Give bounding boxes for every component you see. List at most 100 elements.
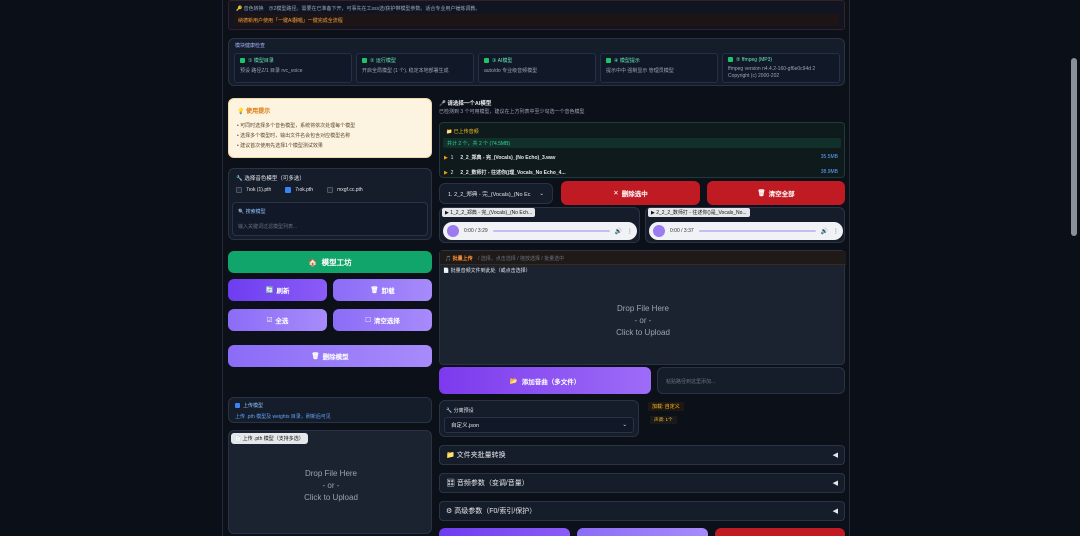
scrollbar[interactable] bbox=[1071, 58, 1077, 236]
delete-model-button[interactable]: 🗑 删除模型 bbox=[228, 345, 432, 367]
model-select-title-text: 选择音色模型（可多选） bbox=[244, 176, 305, 182]
clear-all-label: 清空全部 bbox=[768, 191, 795, 198]
card-desc: 提示中中 强制显示 管理员模型 bbox=[606, 68, 674, 74]
play-icon[interactable] bbox=[447, 225, 459, 237]
preset-status: 加载: 自定义 声调: 1个 bbox=[646, 400, 846, 430]
folder-icon: 📁 bbox=[446, 129, 453, 135]
upload-model-tab: 📄 上传 .pth 模型（支持多选） bbox=[231, 433, 308, 444]
song-title-text: 请选择一个AI模型 bbox=[447, 101, 492, 107]
card-title: ③ AI模型 bbox=[492, 58, 513, 64]
tips-box: 💡 使用提示 • 可同时选择多个音色模型，系统将依次处理每个模型 • 选择多个模… bbox=[228, 98, 432, 158]
preset-title: 🔧 分离预设 bbox=[446, 407, 474, 414]
checkbox-icon[interactable] bbox=[327, 187, 334, 193]
select-all-label: 全选 bbox=[275, 318, 289, 325]
card-title: ④ 模型提示 bbox=[614, 58, 640, 64]
drop-line: Click to Upload bbox=[616, 328, 670, 337]
upload-model-tab-text: 上传 .pth 模型（支持多选） bbox=[242, 436, 304, 442]
check-icon bbox=[240, 58, 245, 64]
top-line1-text: 示2模型路径。需要在已准备下开，可事先在工sss选/获护带模型参数。适合专业用户… bbox=[268, 6, 481, 12]
select-all-button[interactable]: ☑ 全选 bbox=[228, 309, 327, 331]
audio-control[interactable]: 0:00 / 3:37 🔊 ⋮ bbox=[649, 222, 843, 240]
song-subtitle: 已检测到 3 个可用模型，建议在上方列表中至少勾选一个音色模型 bbox=[439, 109, 585, 115]
tip-item: • 建议首次使用先选择1个模型测试效果 bbox=[237, 143, 323, 149]
file-row[interactable]: ▶ 2 2_2_数师打 - 往述你()理_Vocals_No Echo_4...… bbox=[444, 169, 842, 176]
add-songs-label: 添加音曲（多文件） bbox=[521, 378, 581, 386]
upload-model-title: 上传模型 bbox=[235, 402, 263, 409]
tip-item: • 可同时选择多个音色模型，系统将依次处理每个模型 bbox=[237, 123, 356, 129]
checkbox-checked-icon[interactable] bbox=[285, 187, 292, 193]
trash-icon: 🗑 bbox=[370, 287, 379, 294]
delete-selected-button[interactable]: ✕ 删除选中 bbox=[561, 181, 700, 205]
file-index: 1 bbox=[450, 155, 454, 161]
refresh-button[interactable]: 🔄 刷新 bbox=[228, 279, 327, 301]
more-icon[interactable]: ⋮ bbox=[833, 228, 839, 235]
preset-select[interactable]: 自定义.json ⌄ bbox=[444, 417, 634, 433]
file-select-dropdown[interactable]: 1. 2_2_郑典 - 完_(Vocals)_(No Ec ⌄ bbox=[439, 183, 553, 204]
upload-icon bbox=[235, 403, 240, 409]
advanced-params-accordion[interactable]: ⚙ 高级参数（F0/索引/保护） ◀ bbox=[439, 501, 845, 521]
bulb-icon: 💡 bbox=[237, 109, 245, 115]
model-checkbox-0[interactable]: 7ıok (1).pth bbox=[236, 187, 271, 193]
progress-track[interactable] bbox=[698, 230, 816, 232]
more-icon[interactable]: ⋮ bbox=[627, 228, 633, 235]
preset-title-text: 分离预设 bbox=[453, 408, 474, 414]
model-label: 7ıok (1).pth bbox=[246, 187, 272, 193]
file-row[interactable]: ▶ 1 2_2_郑典 - 完_(Vocals)_(No Echo)_3.wav 3… bbox=[444, 154, 842, 161]
refresh-label: 刷新 bbox=[276, 288, 290, 295]
unload-button[interactable]: 🗑 卸载 bbox=[333, 279, 432, 301]
clear-selection-label: 清空选择 bbox=[373, 318, 400, 325]
model-select-panel: 🔧 选择音色模型（可多选） 7ıok (1).pth 7ıok.pth mxgf… bbox=[228, 168, 432, 240]
audio-control[interactable]: 0:00 / 3:29 🔊 ⋮ bbox=[443, 222, 637, 240]
music-icon: 🎵 bbox=[445, 256, 452, 262]
card-title: ⑤ ffmpeg (MP3) bbox=[736, 57, 773, 63]
search-input[interactable]: 输入关键词过滤模型列表... bbox=[238, 223, 424, 230]
file-size: 38.9MB bbox=[820, 169, 838, 175]
top-line1: 🔑 音色转换 示2模型路径。需要在已准备下开，可事先在工sss选/获护带模型参数… bbox=[236, 6, 481, 12]
collapse-arrow-icon: ◀ bbox=[832, 452, 838, 459]
player-time: 0:00 / 3:37 bbox=[670, 228, 694, 234]
drop-line: - or - bbox=[322, 481, 340, 490]
check-icon bbox=[606, 58, 611, 64]
search-icon: 🔍 bbox=[238, 209, 245, 215]
check-icon bbox=[728, 57, 733, 63]
audio-params-accordion[interactable]: 🎛 音频参数（变调/音量） ◀ bbox=[439, 473, 845, 493]
player-label: ▶ 1_2_2_郑典 - 完_(Vocals)_(No Ech... bbox=[442, 208, 536, 217]
volume-icon[interactable]: 🔊 bbox=[821, 228, 828, 235]
model-checkbox-1[interactable]: 7ıok.pth bbox=[285, 187, 313, 193]
model-workshop-button[interactable]: 🏠 模型工坊 bbox=[228, 251, 432, 273]
tip-item: • 选择多个模型时，输出文件名会包含对应模型名称 bbox=[237, 133, 351, 139]
player-time: 0:00 / 3:29 bbox=[464, 228, 488, 234]
batch-title-text: 批量上传 bbox=[452, 256, 473, 262]
refresh-icon: 🔄 bbox=[265, 287, 274, 294]
unload-label: 卸载 bbox=[381, 288, 395, 295]
uploaded-info: 共计 2 个，共 2 个 (74.5MB) bbox=[447, 141, 511, 147]
upload-model-dropzone[interactable]: 📄 上传 .pth 模型（支持多选） Drop File Here - or - C… bbox=[228, 430, 432, 534]
audio-player-2: ▶ 2_2_2_数师打 - 往述你()是_Vocals_No... 0:00 /… bbox=[645, 207, 845, 243]
audio-params-label: 音频参数（变调/音量） bbox=[456, 480, 529, 487]
batch-header: 🎵 批量上传 / 选择，点击选择 / 拖放选择 / 批量选中 bbox=[440, 251, 846, 265]
health-card: ① 模型目录 预设 路径Z/1 目录 rvc_voice bbox=[234, 53, 352, 83]
model-label: 7ıok.pth bbox=[295, 187, 314, 193]
bottom-button-1[interactable] bbox=[439, 528, 570, 536]
model-checkbox-2[interactable]: mxgf.cc.pth bbox=[327, 187, 363, 193]
play-icon[interactable] bbox=[653, 225, 665, 237]
progress-track[interactable] bbox=[492, 230, 610, 232]
checkbox-icon[interactable] bbox=[236, 187, 242, 193]
batch-dropzone[interactable]: Drop File Here - or - Click to Upload bbox=[440, 291, 846, 351]
path-input[interactable]: 粘贴路径到这里添加... bbox=[657, 367, 845, 394]
add-songs-button[interactable]: 📂 添加音曲（多文件） bbox=[439, 367, 651, 394]
collapse-arrow-icon: ◀ bbox=[832, 508, 838, 515]
folder-batch-accordion[interactable]: 📁 文件夹批量转换 ◀ bbox=[439, 445, 845, 465]
volume-icon[interactable]: 🔊 bbox=[615, 228, 622, 235]
bottom-button-2[interactable] bbox=[577, 528, 708, 536]
clear-all-button[interactable]: 🗑 清空全部 bbox=[707, 181, 845, 205]
preset-status-line: 加载: 自定义 bbox=[648, 402, 684, 411]
warning-text: 纳德新用户使用「一键AI翻唱」一键完成全流程 bbox=[238, 18, 343, 24]
health-card: ③ AI模型 auto/do 专业级音频模型 bbox=[478, 53, 596, 83]
close-icon: ✕ bbox=[613, 190, 619, 197]
check-icon bbox=[362, 58, 367, 64]
trash-icon: 🗑 bbox=[311, 353, 320, 360]
preset-value: 自定义.json bbox=[451, 423, 480, 429]
clear-selection-button[interactable]: ☐ 清空选择 bbox=[333, 309, 432, 331]
bottom-button-3[interactable] bbox=[715, 528, 845, 536]
